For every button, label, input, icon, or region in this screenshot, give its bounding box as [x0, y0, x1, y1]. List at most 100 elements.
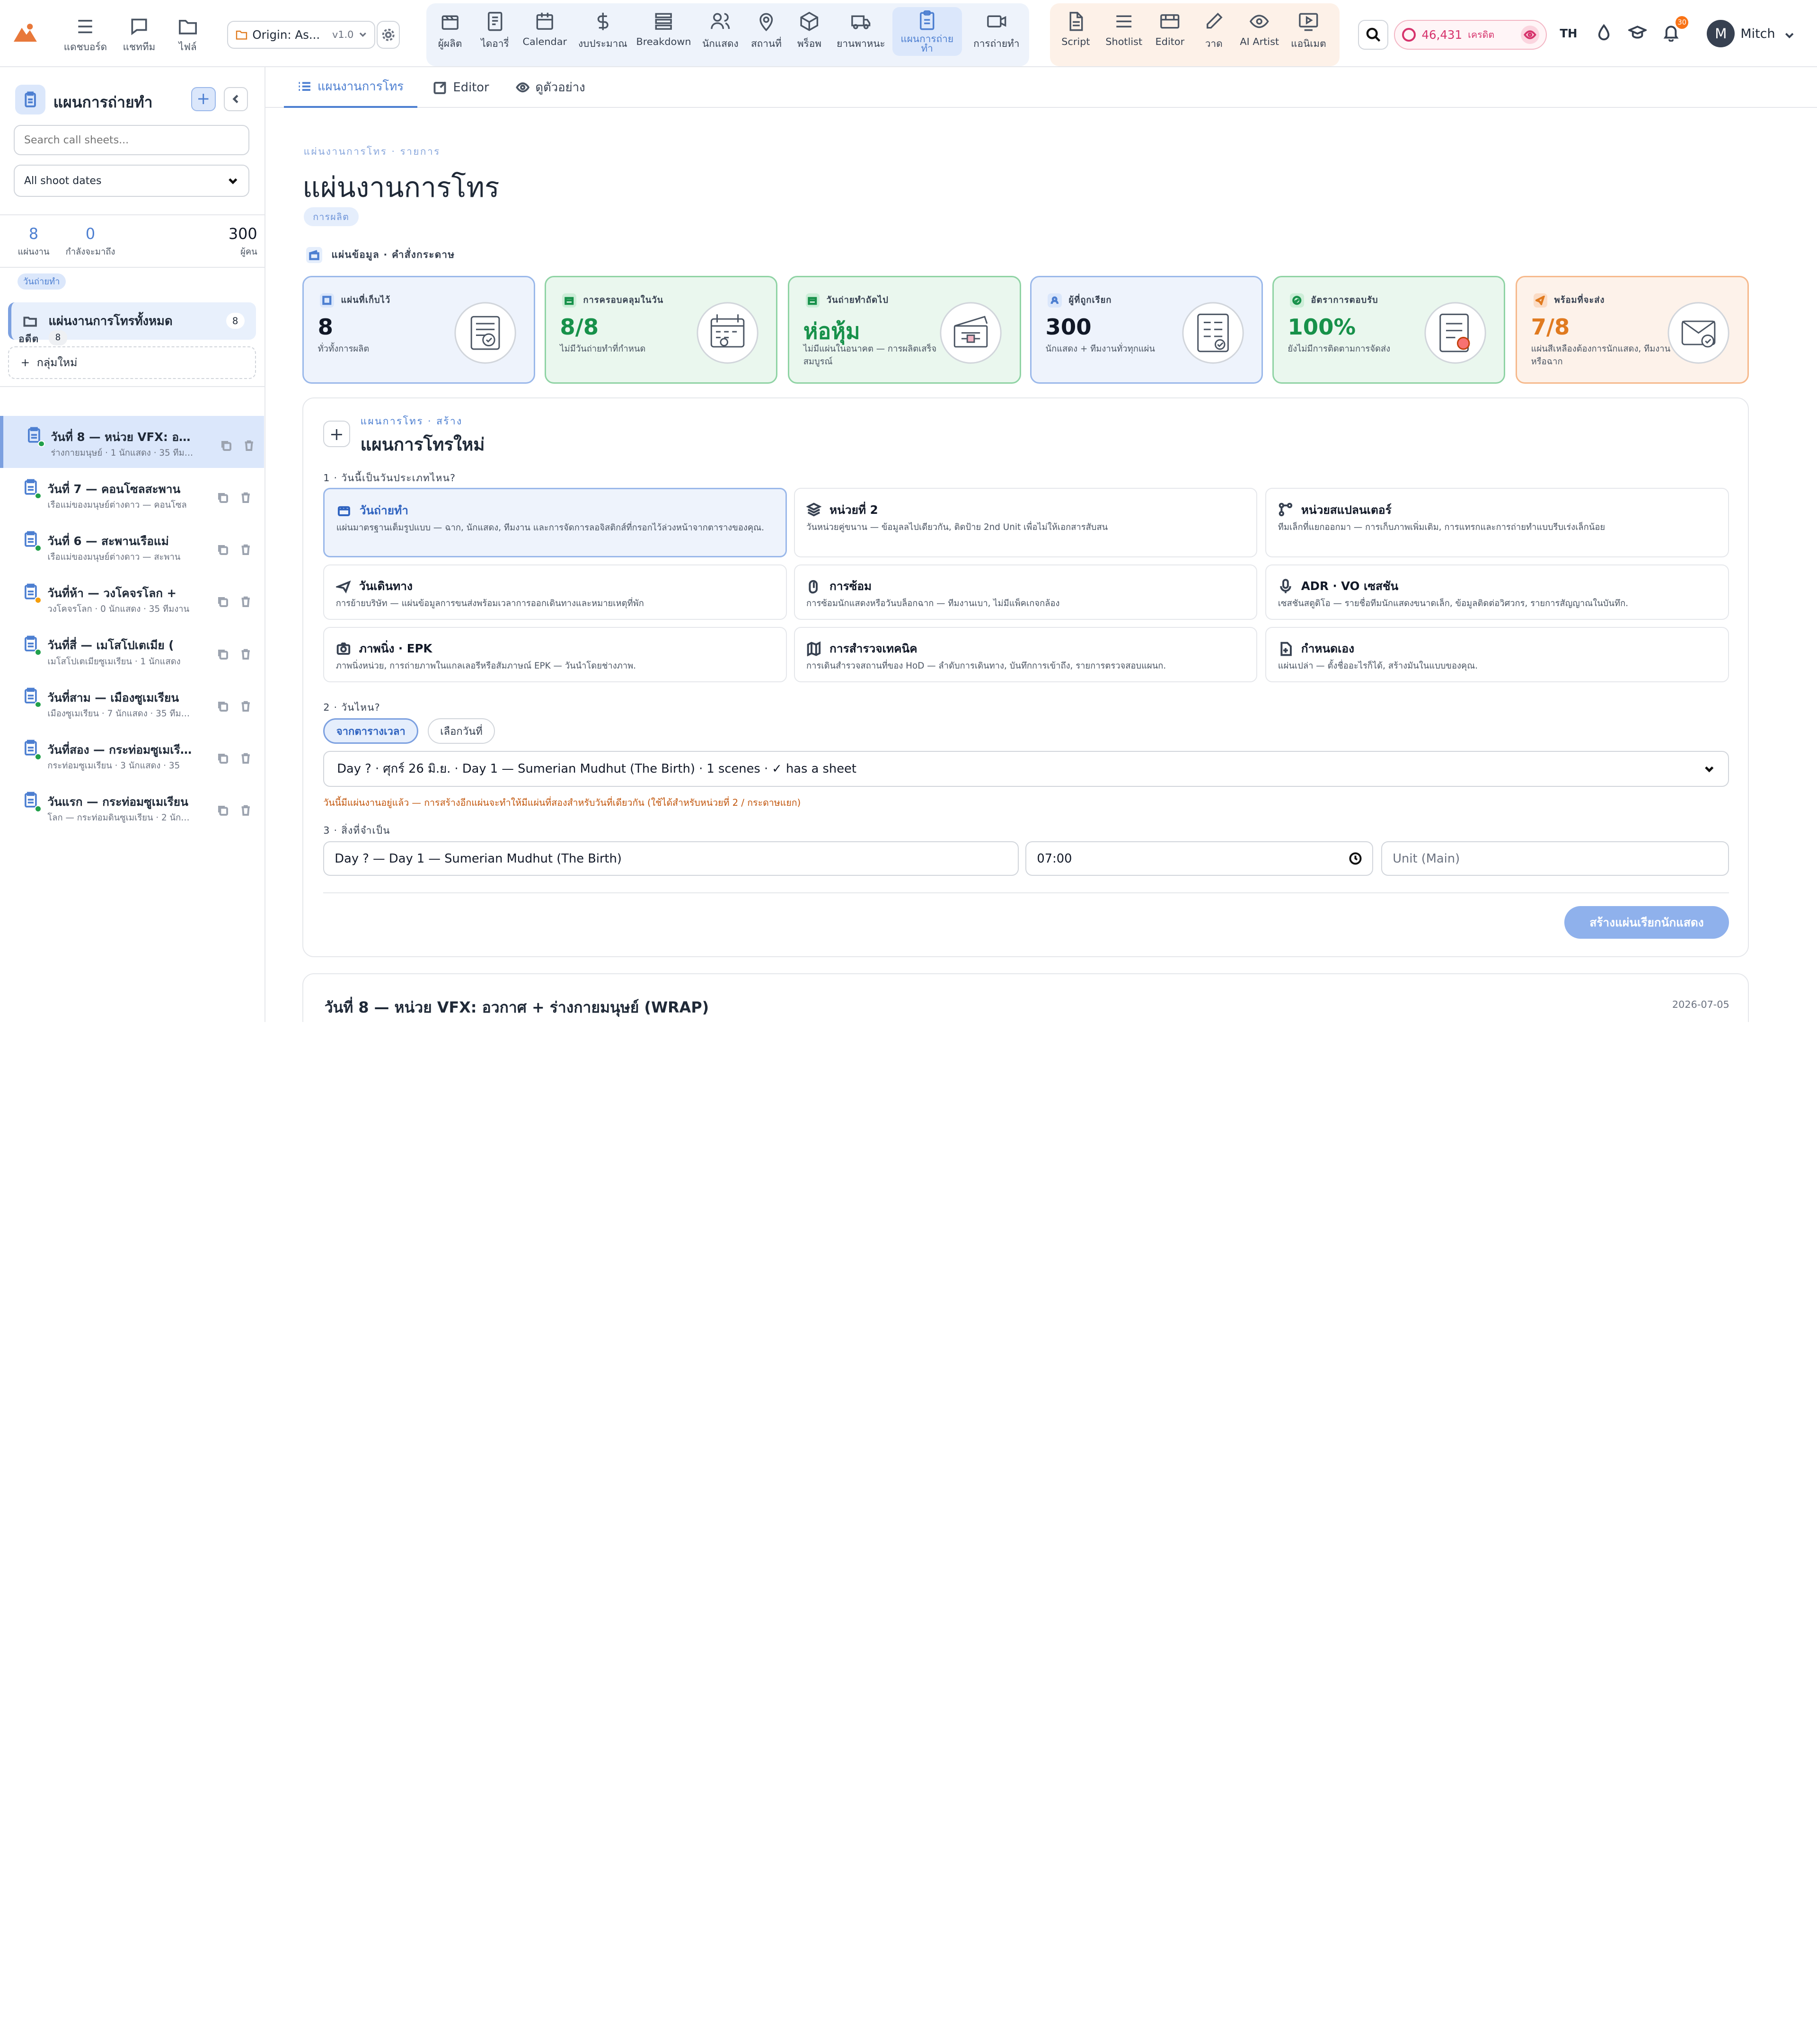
nav-calendar[interactable]: Calendar	[522, 10, 567, 47]
avatar[interactable]: M	[1707, 19, 1735, 48]
kpi-next-shoot-day[interactable]: วันถ่ายทำถัดไป ห่อหุ้ม ไม่มีแผ่นในอนาคต — …	[788, 275, 1021, 384]
trash-icon[interactable]	[240, 800, 251, 816]
option-second-unit[interactable]: หน่วยที่ 2 วันหน่วยคู่ขนาน — ข้อมูลลไปเดี…	[794, 488, 1258, 557]
nav-draw[interactable]: วาด	[1203, 10, 1225, 52]
nav-team-chat[interactable]: แชททีม	[123, 16, 155, 55]
duplicate-icon[interactable]	[217, 591, 228, 608]
shoot-date-filter[interactable]: All shoot dates	[14, 164, 249, 197]
user-name[interactable]: Mitch	[1740, 26, 1775, 41]
duplicate-icon[interactable]	[217, 695, 228, 712]
nav-files[interactable]: ไฟล์	[177, 16, 198, 55]
academy-cap-icon[interactable]	[1627, 23, 1648, 42]
theme-drop-icon[interactable]	[1595, 23, 1613, 42]
tab-preview[interactable]: ดูตัวอย่าง	[515, 67, 585, 108]
clock-icon	[1349, 852, 1362, 865]
nav-editor[interactable]: Editor	[1155, 10, 1184, 47]
trash-icon[interactable]	[243, 434, 255, 451]
nav-diary[interactable]: ไดอารี่	[481, 10, 509, 52]
kpi-ready-to-send[interactable]: พร้อมที่จะส่ง 7/8 แผ่นสีเหลืองต้องการนักแส…	[1516, 275, 1749, 384]
trash-icon[interactable]	[240, 539, 251, 555]
create-call-sheet-button[interactable]: สร้างแผ่นเรียกนักแสดง	[1564, 906, 1729, 939]
kpi-acceptance-rate[interactable]: อัตราการตอบรับ 100% ยังไม่มีการติดตามการจั…	[1272, 275, 1506, 384]
language-toggle[interactable]: TH	[1560, 26, 1577, 40]
option-rehearsal[interactable]: การซ้อม การซ้อมนักแสดงหรือวันบล็อกฉาก — ท…	[794, 564, 1258, 620]
trash-icon[interactable]	[240, 643, 251, 660]
option-icon	[336, 642, 350, 655]
option-icon	[335, 580, 351, 593]
studio-logo-icon[interactable]	[11, 21, 39, 44]
kpi-people-called[interactable]: ผู้ที่ถูกเรียก 300 นักแสดง + ทีมงานทั่วทุก…	[1030, 275, 1263, 384]
project-settings-button[interactable]	[376, 21, 400, 49]
credits-badge[interactable]: 46,431 เครดิต	[1394, 19, 1547, 50]
from-schedule-toggle[interactable]: จากตารางเวลา	[323, 718, 419, 744]
duplicate-icon[interactable]	[217, 539, 228, 555]
call-sheet-list-item[interactable]: วันที่สอง — กระท่อมซูเมเรียน กระท่อมซูเมเ…	[0, 729, 264, 781]
option-splinter-unit[interactable]: หน่วยสแปลนเตอร์ ทีมเล็กที่แยกออกมา — การเ…	[1265, 488, 1729, 557]
trash-icon[interactable]	[240, 748, 251, 764]
view-tabs: แผนงานการโทร Editor ดูตัวอย่าง	[265, 67, 1817, 108]
nav-dashboard[interactable]: แดชบอร์ด	[64, 16, 107, 55]
nav-shotlist[interactable]: Shotlist	[1105, 10, 1142, 47]
nav-vehicles[interactable]: ยานพาหนะ	[837, 10, 885, 52]
gear-icon	[382, 28, 395, 41]
nav-breakdown[interactable]: Breakdown	[636, 10, 691, 47]
option-adr-vo-session[interactable]: ADR · VO เซสชัน เซสชันสตูดิโอ — รายชื่อที…	[1265, 564, 1729, 620]
call-sheet-list-item[interactable]: วันที่ 8 — หน่วย VFX: อวกาศ ร่างกายมนุษย์…	[0, 416, 265, 468]
nav-call-sheets[interactable]: แผนการถ่าย ทำ	[892, 7, 962, 56]
schedule-day-select[interactable]: Day ? · ศุกร์ 26 มิ.ย. · Day 1 — Sumeria…	[323, 750, 1729, 787]
credit-visibility-icon[interactable]	[1520, 25, 1539, 44]
nav-ai-artist[interactable]: AI Artist	[1240, 10, 1279, 47]
trash-icon[interactable]	[240, 591, 251, 608]
duplicate-icon[interactable]	[220, 434, 231, 451]
kpi-icon	[562, 293, 576, 308]
nav-producer[interactable]: ผู้ผลิต	[438, 10, 462, 52]
option-travel-day[interactable]: วันเดินทาง การย้ายบริษัท — แผ่นข้อมูลการข…	[323, 564, 787, 620]
trash-icon[interactable]	[240, 695, 251, 712]
duplicate-icon[interactable]	[217, 487, 228, 503]
trash-icon[interactable]	[240, 487, 251, 503]
nav-cast[interactable]: นักแสดง	[702, 10, 739, 52]
call-sheet-list-item[interactable]: วันที่สาม — เมืองซูเมเรียน เมืองซูเมเรียน…	[0, 677, 264, 729]
new-group-button[interactable]: + กลุ่มใหม่	[8, 346, 256, 379]
nav-script[interactable]: Script	[1061, 10, 1090, 47]
nav-props[interactable]: พร็อพ	[797, 10, 821, 52]
duplicate-icon[interactable]	[217, 748, 228, 764]
kpi-illustration-icon	[454, 302, 516, 364]
kpi-icon	[1290, 293, 1304, 308]
nav-locations[interactable]: สถานที่	[751, 10, 782, 52]
option-tech-scout[interactable]: การสำรวจเทคนิค การเดินสำรวจสถานที่ของ HoD…	[794, 626, 1258, 683]
call-sheet-list-item[interactable]: วันที่ห้า — วงโคจรโลก + วงโคจรโลก · 0 นัก…	[0, 573, 264, 625]
nav-shooting[interactable]: การถ่ายทำ	[973, 10, 1019, 52]
add-call-sheet-button[interactable]: +	[191, 87, 216, 112]
duplicate-icon[interactable]	[217, 643, 228, 660]
tab-editor[interactable]: Editor	[433, 67, 489, 108]
call-sheet-list-item[interactable]: วันที่ 7 — คอนโซลสะพาน เรือแม่ของมนุษย์ต่…	[0, 468, 264, 520]
collapse-sidebar-button[interactable]	[223, 87, 248, 112]
option-icon	[1280, 642, 1292, 656]
unit-field[interactable]: Unit (Main)	[1381, 841, 1729, 876]
shoot-days-chip[interactable]: วันถ่ายทำ	[17, 273, 66, 290]
nav-budget[interactable]: งบประมาณ	[578, 10, 627, 52]
chevron-down-icon[interactable]	[1782, 26, 1796, 39]
call-sheet-list-item[interactable]: วันแรก — กระท่อมซูเมเรียน โลก — กระท่อมดิ…	[0, 781, 264, 833]
project-selector[interactable]: Origin: As... v1.0	[227, 21, 376, 49]
option-shoot-day[interactable]: วันถ่ายทำ แผ่นมาตรฐานเต็มรูปแบบ — ฉาก, นั…	[323, 488, 787, 557]
pick-date-toggle[interactable]: เลือกวันที่	[427, 718, 495, 744]
duplicate-icon[interactable]	[217, 800, 228, 816]
kpi-day-coverage[interactable]: การครอบคลุมในวัน 8/8 ไม่มีวันถ่ายทำที่กำหน…	[545, 275, 778, 384]
call-sheet-list-item[interactable]: วันที่สี่ — เมโสโปเตเมีย (เมโสโปเตเมียซู…	[0, 625, 264, 677]
nav-animate[interactable]: แอนิเมต	[1291, 10, 1326, 52]
card-divider	[323, 892, 1729, 893]
plus-icon: +	[323, 420, 350, 448]
sheet-name-field[interactable]: Day ? — Day 1 — Sumerian Mudhut (The Bir…	[323, 841, 1019, 876]
all-call-sheets-item[interactable]: แผ่นงานการโทรทั้งหมด 8	[8, 302, 256, 340]
call-sheet-list-item[interactable]: วันที่ 6 — สะพานเรือแม่ เรือแม่ของมนุษย์ต…	[0, 520, 264, 573]
option-stills-epk[interactable]: ภาพนิ่ง · EPK ภาพนิ่งหน่วย, การถ่ายภาพในแ…	[323, 626, 787, 683]
search-call-sheets-input[interactable]	[14, 125, 249, 156]
option-custom[interactable]: กำหนดเอง แผ่นเปล่า — ตั้งชื่ออะไรก็ได้, ส…	[1265, 626, 1729, 683]
tab-call-sheets[interactable]: แผนงานการโทร	[283, 67, 418, 108]
kpi-stored-sheets[interactable]: แผ่นที่เก็บไว้ 8 ทั่วทั้งการผลิต	[302, 275, 536, 384]
call-time-field[interactable]: 07:00	[1025, 841, 1374, 876]
clapper-icon	[441, 15, 459, 30]
global-search-button[interactable]	[1358, 19, 1388, 50]
